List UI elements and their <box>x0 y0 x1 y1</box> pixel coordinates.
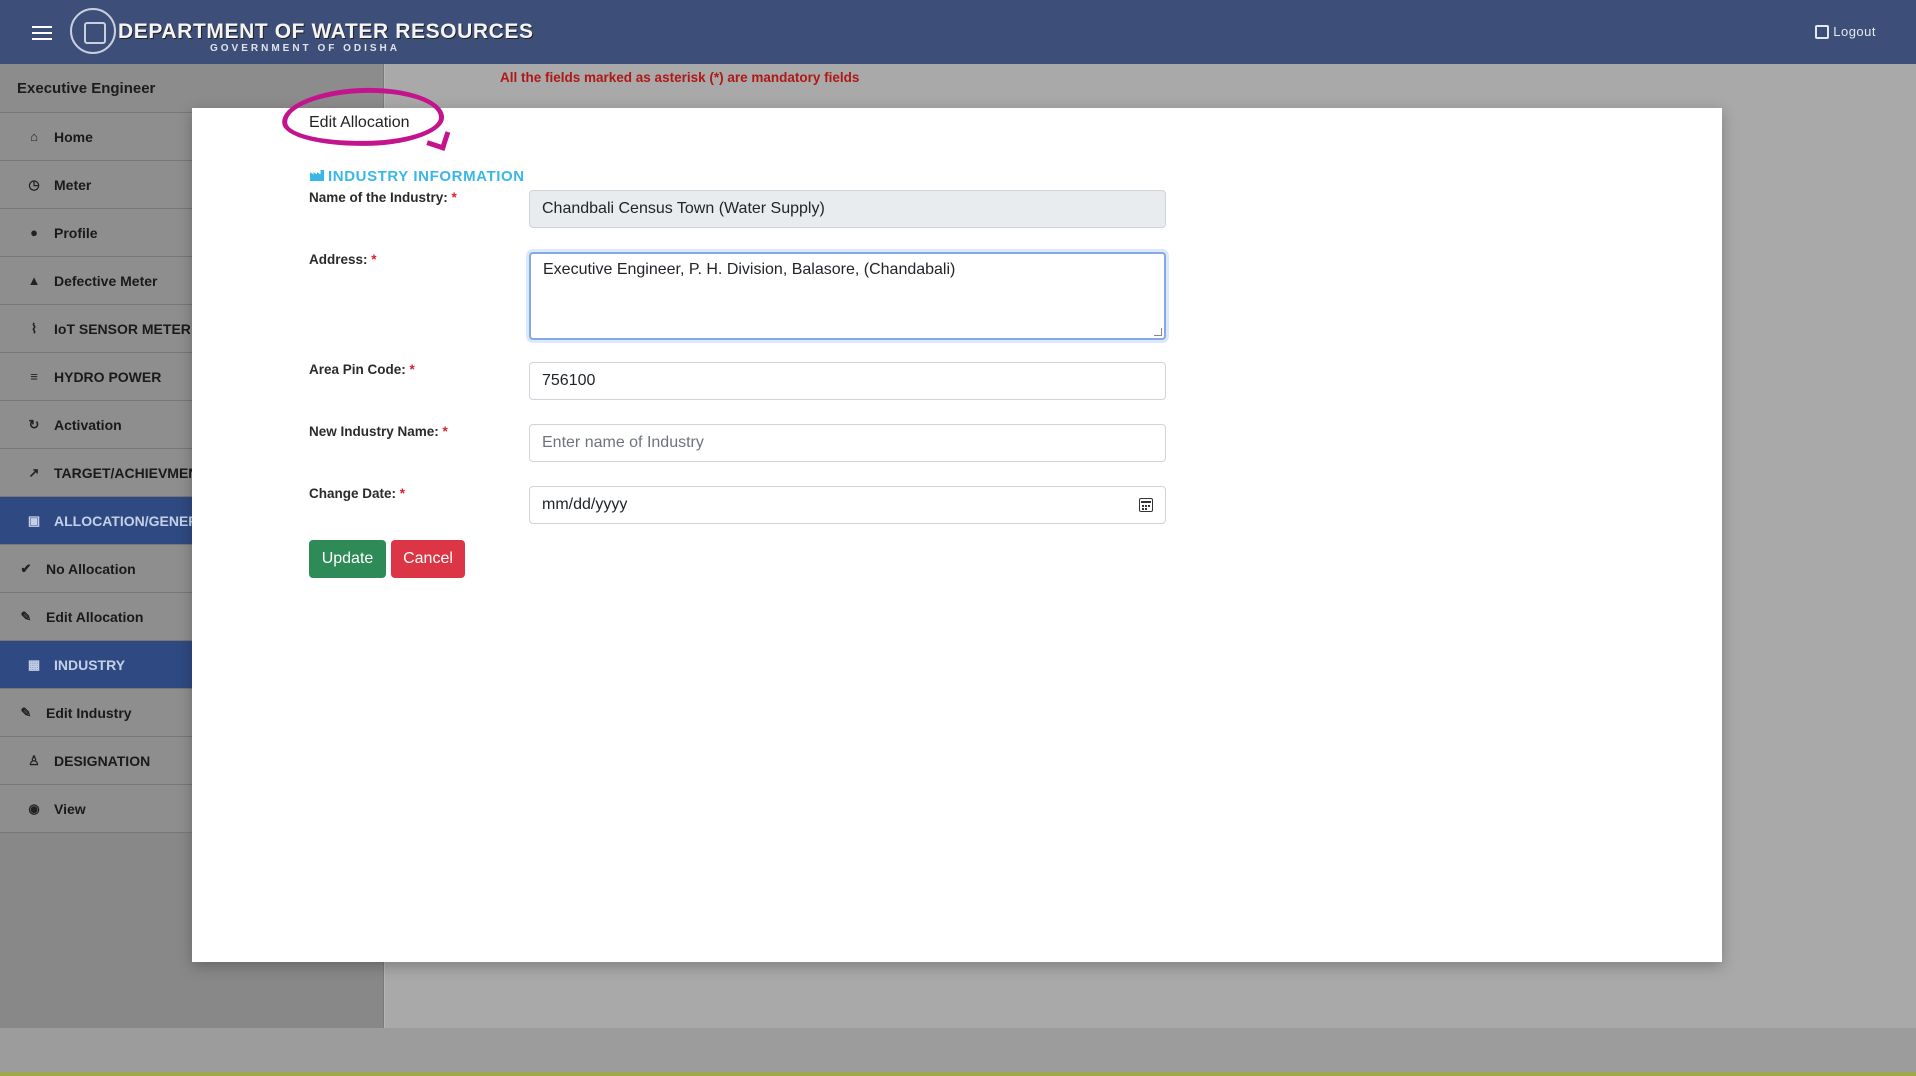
home-icon: ⌂ <box>30 129 38 144</box>
logout-label: Logout <box>1833 24 1876 39</box>
eye-icon: ◉ <box>28 800 40 816</box>
new-industry-name-label-text: New Industry Name: <box>309 424 439 439</box>
industry-icon <box>310 170 324 181</box>
address-label: Address: * <box>309 252 377 267</box>
address-label-text: Address: <box>309 252 368 267</box>
required-asterisk: * <box>371 252 377 267</box>
resize-handle-icon[interactable] <box>1154 328 1162 336</box>
waves-icon: ≡ <box>30 369 38 384</box>
sidebar-item-label: View <box>54 800 86 817</box>
industry-name-value: Chandbali Census Town (Water Supply) <box>542 200 825 217</box>
sidebar-item-label: Edit Allocation <box>46 608 144 625</box>
change-date-placeholder: mm/dd/yyyy <box>542 496 628 513</box>
sidebar-item-label: IoT SENSOR METER <box>54 320 191 337</box>
update-button[interactable]: Update <box>309 540 386 578</box>
edit-allocation-modal: Edit Allocation INDUSTRY INFORMATION Nam… <box>192 85 1722 962</box>
change-date-label: Change Date: * <box>309 486 405 501</box>
check-circle-icon: ✔ <box>20 560 32 576</box>
sidebar-item-label: Profile <box>54 224 98 241</box>
section-heading-label: INDUSTRY INFORMATION <box>328 168 525 185</box>
edit-list-icon: ✎ <box>20 704 32 720</box>
meter-icon: ◷ <box>28 176 40 192</box>
sidebar-item-label: Activation <box>54 416 122 433</box>
pin-code-label: Area Pin Code: * <box>309 362 415 377</box>
pin-code-field[interactable]: 756100 <box>529 362 1166 400</box>
top-header: DEPARTMENT OF WATER RESOURCES GOVERNMENT… <box>0 0 1916 64</box>
pin-code-value: 756100 <box>542 372 596 389</box>
change-date-field[interactable]: mm/dd/yyyy <box>529 486 1166 524</box>
change-date-label-text: Change Date: <box>309 486 397 501</box>
mandatory-fields-notice: All the fields marked as asterisk (*) ar… <box>500 70 860 85</box>
industry-name-field[interactable]: Chandbali Census Town (Water Supply) <box>529 190 1166 228</box>
pin-code-label-text: Area Pin Code: <box>309 362 406 377</box>
new-industry-name-field[interactable]: Enter name of Industry <box>529 424 1166 462</box>
sidebar-item-label: Edit Industry <box>46 704 132 721</box>
address-value: Executive Engineer, P. H. Division, Bala… <box>543 261 956 278</box>
address-textarea[interactable]: Executive Engineer, P. H. Division, Bala… <box>529 252 1166 340</box>
modal-title: Edit Allocation <box>309 114 410 131</box>
sidebar-item-label: Defective Meter <box>54 272 158 289</box>
warning-icon: ▲ <box>27 273 41 288</box>
sidebar-item-label: HYDRO POWER <box>54 368 162 385</box>
logout-icon <box>1815 25 1830 39</box>
sidebar-item-label: No Allocation <box>46 560 136 577</box>
sidebar-item-label: INDUSTRY <box>54 656 126 673</box>
odisha-emblem-logo <box>70 8 116 54</box>
sidebar-item-label: Home <box>54 128 93 145</box>
new-industry-name-label: New Industry Name: * <box>309 424 448 439</box>
sidebar-item-label: DESIGNATION <box>54 752 151 769</box>
file-icon: ▣ <box>27 512 41 528</box>
required-asterisk: * <box>399 486 406 501</box>
user-icon: ● <box>30 225 38 240</box>
sensor-icon: ⌇ <box>30 320 38 336</box>
section-heading: INDUSTRY INFORMATION <box>310 168 525 185</box>
refresh-icon: ↻ <box>28 416 40 432</box>
industry-name-label-text: Name of the Industry: <box>309 190 448 205</box>
bottom-border <box>0 1072 1916 1076</box>
calendar-icon[interactable] <box>1139 498 1153 512</box>
logout-button[interactable]: Logout <box>1815 24 1876 39</box>
required-asterisk: * <box>442 424 448 439</box>
new-industry-name-placeholder: Enter name of Industry <box>542 434 704 451</box>
edit-list-icon: ✎ <box>20 608 32 624</box>
required-asterisk: * <box>451 190 457 205</box>
required-asterisk: * <box>409 362 415 377</box>
footer-bar <box>0 1028 1916 1072</box>
person-icon: ♙ <box>28 752 40 768</box>
app-title: DEPARTMENT OF WATER RESOURCES <box>118 20 534 43</box>
sidebar-item-label: Meter <box>54 176 92 193</box>
industry-name-label: Name of the Industry: * <box>309 190 457 205</box>
trend-icon: ↗ <box>28 464 40 480</box>
building-icon: ▦ <box>27 656 41 672</box>
menu-toggle-icon[interactable] <box>28 22 56 46</box>
app-subtitle: GOVERNMENT OF ODISHA <box>210 43 401 54</box>
sidebar-item-label: TARGET/ACHIEVMENT <box>54 464 207 481</box>
cancel-button[interactable]: Cancel <box>391 540 465 578</box>
